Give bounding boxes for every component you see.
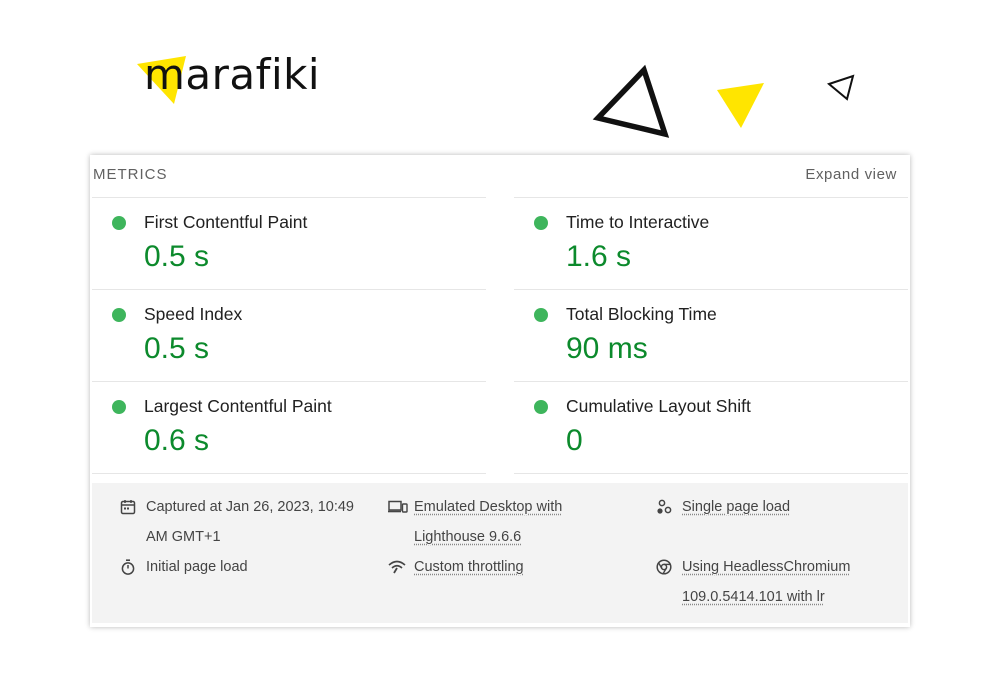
metric-cumulative-layout-shift: Cumulative Layout Shift 0 bbox=[514, 381, 908, 474]
metric-time-to-interactive: Time to Interactive 1.6 s bbox=[514, 197, 908, 289]
initial-page-load-text: Initial page load bbox=[146, 559, 248, 575]
metric-label: Total Blocking Time bbox=[566, 304, 717, 324]
metrics-title: METRICS bbox=[93, 166, 168, 183]
runtime-settings-panel: Captured at Jan 26, 2023, 10:49 AM GMT+1… bbox=[92, 483, 908, 623]
pass-indicator-icon bbox=[112, 400, 126, 414]
stopwatch-icon bbox=[121, 559, 135, 575]
headless-chromium-link[interactable]: Using HeadlessChromium bbox=[656, 552, 896, 582]
emulated-device-link[interactable]: Emulated Desktop with bbox=[388, 492, 628, 522]
pass-indicator-icon bbox=[534, 308, 548, 322]
browser-info[interactable]: Using HeadlessChromium 109.0.5414.101 wi… bbox=[656, 552, 896, 612]
captured-at-text: Captured at Jan 26, 2023, 10:49 bbox=[146, 499, 354, 515]
pass-indicator-icon bbox=[112, 308, 126, 322]
pass-indicator-icon bbox=[534, 400, 548, 414]
metric-value: 0.5 s bbox=[144, 332, 210, 365]
custom-throttling-link[interactable]: Custom throttling bbox=[388, 552, 628, 582]
single-page-load-link[interactable]: Single page load bbox=[656, 492, 886, 522]
metric-value: 0 bbox=[566, 424, 583, 457]
pass-indicator-icon bbox=[534, 216, 548, 230]
brand-logo: marafiki bbox=[136, 50, 336, 110]
captured-at-info: Captured at Jan 26, 2023, 10:49 AM GMT+1 bbox=[120, 492, 370, 552]
devices-icon bbox=[388, 500, 408, 513]
chrome-icon bbox=[656, 559, 672, 575]
calendar-icon bbox=[120, 500, 136, 515]
brand-name: marafiki bbox=[144, 50, 321, 99]
metric-value: 0.6 s bbox=[144, 424, 210, 457]
metric-speed-index: Speed Index 0.5 s bbox=[92, 289, 486, 381]
expand-view-button[interactable]: Expand view bbox=[805, 166, 897, 183]
lighthouse-metrics-card: METRICS Expand view First Contentful Pai… bbox=[90, 155, 910, 627]
throttling-info[interactable]: Custom throttling bbox=[388, 552, 628, 582]
pass-indicator-icon bbox=[112, 216, 126, 230]
single-page-load-info[interactable]: Single page load bbox=[656, 492, 886, 522]
outline-triangle-small-icon bbox=[826, 74, 855, 101]
metrics-header: METRICS Expand view bbox=[90, 155, 910, 195]
metric-label: Cumulative Layout Shift bbox=[566, 396, 751, 416]
metric-label: Speed Index bbox=[144, 304, 243, 324]
outline-triangle-large-icon bbox=[592, 64, 670, 138]
captured-at-time-text: AM GMT+1 bbox=[146, 529, 221, 545]
metric-label: First Contentful Paint bbox=[144, 212, 308, 232]
metric-value: 90 ms bbox=[566, 332, 648, 365]
metric-first-contentful-paint: First Contentful Paint 0.5 s bbox=[92, 197, 486, 289]
network-throttling-icon bbox=[388, 560, 406, 574]
metric-value: 0.5 s bbox=[144, 240, 210, 273]
chromium-version-link[interactable]: 109.0.5414.101 with lr bbox=[656, 582, 896, 612]
metric-total-blocking-time: Total Blocking Time 90 ms bbox=[514, 289, 908, 381]
lighthouse-version-link[interactable]: Lighthouse 9.6.6 bbox=[388, 522, 628, 552]
metric-largest-contentful-paint: Largest Contentful Paint 0.6 s bbox=[92, 381, 486, 474]
emulated-device-info[interactable]: Emulated Desktop with Lighthouse 9.6.6 bbox=[388, 492, 628, 552]
initial-page-load-info: Initial page load bbox=[120, 552, 370, 582]
metric-label: Largest Contentful Paint bbox=[144, 396, 332, 416]
metric-value: 1.6 s bbox=[566, 240, 632, 273]
yellow-triangle-icon bbox=[717, 83, 764, 128]
metric-label: Time to Interactive bbox=[566, 212, 710, 232]
page-load-icon bbox=[657, 499, 672, 514]
